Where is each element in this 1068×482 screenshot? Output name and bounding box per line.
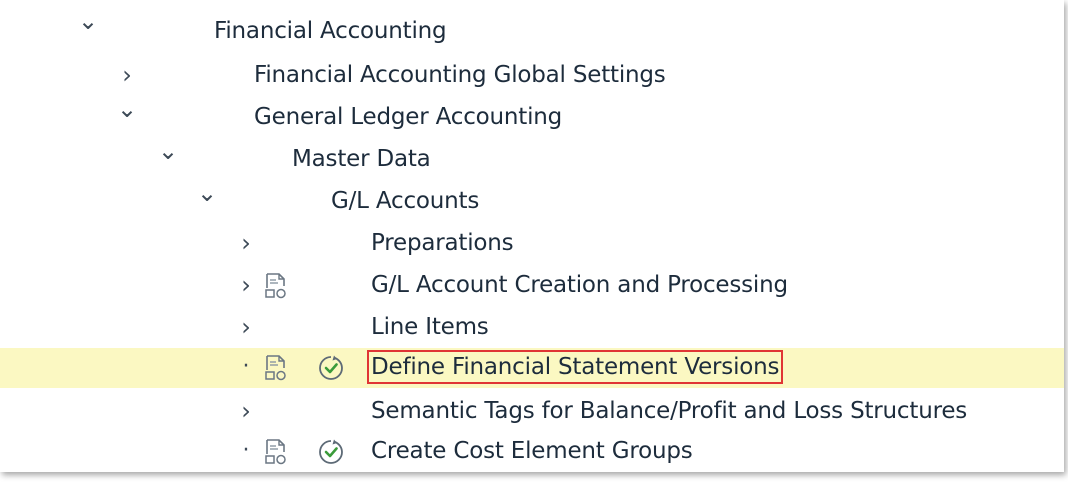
tree-node-label: Line Items [371,314,489,340]
tree-node-label: Preparations [371,230,514,256]
tree-node-gl-account-creation[interactable]: › G/L Account Creation and Processing [0,266,1064,306]
chevron-down-icon[interactable]: ⌄ [156,136,180,166]
tree-node-label: Create Cost Element Groups [371,438,693,464]
tree-node-semantic-tags[interactable]: › Semantic Tags for Balance/Profit and L… [0,392,1064,432]
chevron-right-icon[interactable]: › [234,270,258,300]
tree-node-gl-accounts[interactable]: ⌄ G/L Accounts [0,179,1064,222]
chevron-right-icon[interactable]: › [115,60,139,90]
tree-node-label: G/L Account Creation and Processing [371,272,788,298]
tree-node-fa-global-settings[interactable]: › Financial Accounting Global Settings [0,56,1064,96]
tree-node-label: Master Data [292,146,431,172]
tree-node-create-cost-element-groups[interactable]: · Create Cost Element Groups [0,432,1064,472]
tree-node-general-ledger-accounting[interactable]: ⌄ General Ledger Accounting [0,95,1064,138]
tree-node-financial-accounting[interactable]: ⌄ Financial Accounting [0,7,1064,54]
tree-node-line-items[interactable]: › Line Items [0,308,1064,348]
tree-node-preparations[interactable]: › Preparations [0,224,1064,264]
chevron-down-icon[interactable]: ⌄ [195,178,219,208]
documentation-icon[interactable] [264,354,290,382]
tree-node-label: Financial Accounting [214,18,447,44]
documentation-icon[interactable] [264,272,290,300]
chevron-right-icon[interactable]: › [234,228,258,258]
tree-node-define-fs-versions[interactable]: · Define Financial Statement Versions [0,348,1064,388]
tree-node-label: G/L Accounts [331,188,480,214]
tree-node-label: Financial Accounting Global Settings [254,62,666,88]
img-tree-panel: ⌄ Financial Accounting › Financial Accou… [0,0,1064,472]
tree-node-label: General Ledger Accounting [254,104,563,130]
leaf-bullet-icon: · [242,354,250,379]
leaf-bullet-icon: · [242,438,250,463]
chevron-down-icon[interactable]: ⌄ [115,94,139,124]
tree-node-label: Semantic Tags for Balance/Profit and Los… [371,398,968,424]
tree-node-label: Define Financial Statement Versions [366,350,784,384]
chevron-down-icon[interactable]: ⌄ [76,6,100,36]
chevron-right-icon[interactable]: › [234,312,258,342]
documentation-icon[interactable] [264,438,290,466]
chevron-right-icon[interactable]: › [234,396,258,426]
tree-node-master-data[interactable]: ⌄ Master Data [0,137,1064,180]
execute-icon[interactable] [318,439,344,465]
execute-icon[interactable] [318,355,344,381]
